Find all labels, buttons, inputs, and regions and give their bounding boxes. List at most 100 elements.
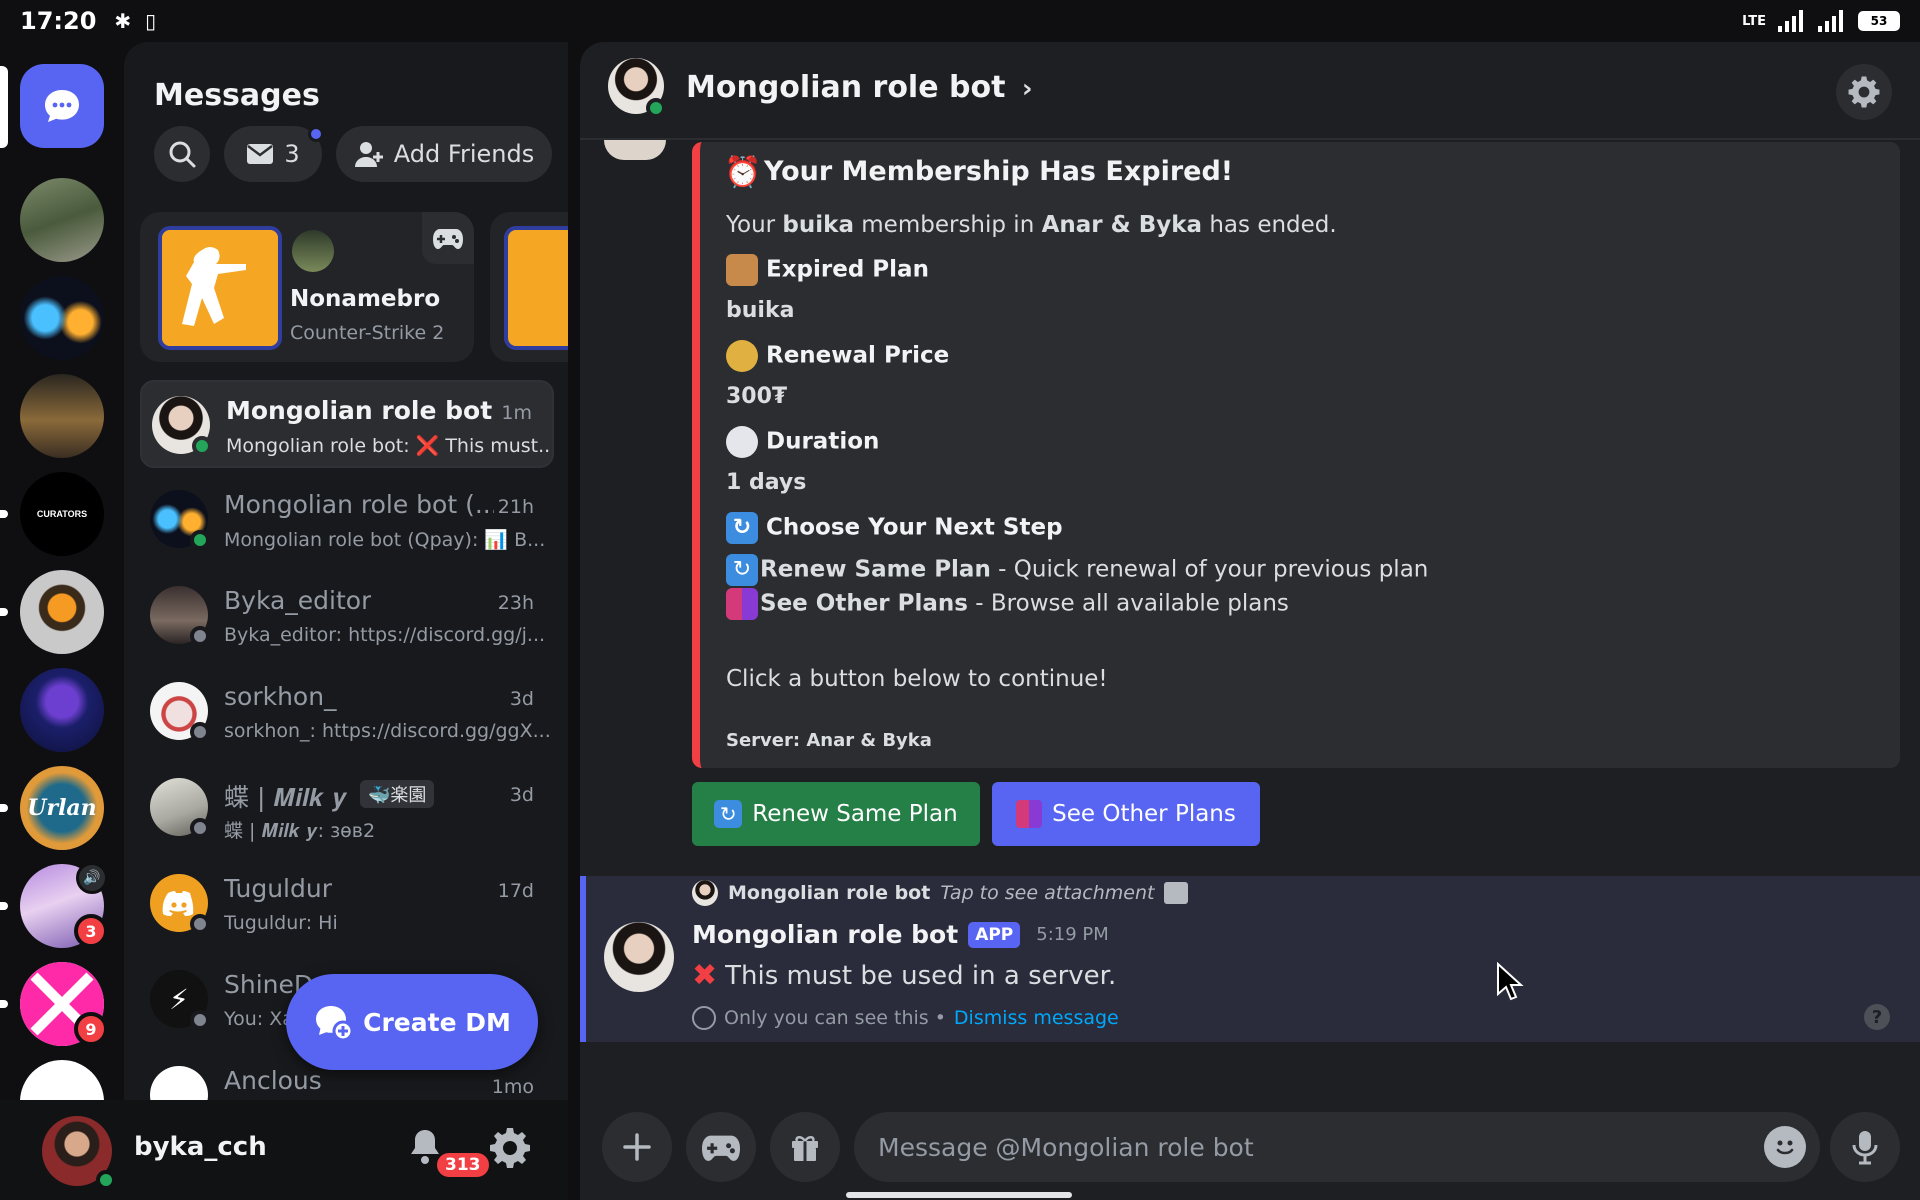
gear-icon <box>1848 76 1880 108</box>
add-friend-icon <box>354 142 383 167</box>
message-time: 5:19 PM <box>1036 924 1109 945</box>
avatar <box>150 1066 208 1100</box>
reply-line[interactable]: Mongolian role bot Tap to see attachment <box>692 880 1189 906</box>
app-badge: APP <box>968 921 1021 948</box>
field-label: Choose Your Next Step <box>766 514 1063 541</box>
option-title: Renew Same Plan <box>760 556 991 583</box>
option-other: See Other Plans - Browse all available p… <box>726 588 1289 620</box>
renew-same-plan-button[interactable]: ↻ Renew Same Plan <box>692 782 980 846</box>
username: byka_cch <box>134 1132 267 1162</box>
server-partial[interactable] <box>20 1060 104 1100</box>
activity-user: Nonamebro <box>290 286 441 312</box>
selected-indicator <box>0 66 8 148</box>
gift-button[interactable] <box>770 1112 840 1182</box>
reply-hint: Tap to see attachment <box>940 882 1155 904</box>
option-desc: - Browse all available plans <box>967 590 1289 617</box>
intro-server: Anar & Byka <box>1041 212 1203 238</box>
other-plans-label: See Other Plans <box>1052 801 1236 827</box>
chat-settings-button[interactable] <box>1836 64 1892 120</box>
search-icon <box>169 141 196 168</box>
emoji-button[interactable] <box>1764 1126 1806 1168</box>
help-icon[interactable]: ? <box>1864 1004 1890 1030</box>
server-lgc[interactable] <box>20 668 104 752</box>
server-urlan[interactable]: Urlan <box>20 766 104 850</box>
field-next-step: ↻ Choose Your Next Step <box>726 512 1063 544</box>
inbox-button[interactable]: 3 <box>224 126 324 182</box>
messages-panel: Messages 3 Add Friends Nonamebro Counter… <box>124 42 568 1100</box>
create-dm-button[interactable]: Create DM <box>286 974 538 1070</box>
dm-row[interactable]: sorkhon_ 3d sorkhon_: https://discord.gg… <box>140 668 554 756</box>
dm-preview: 蝶 | 𝑴𝒊𝒍𝒌 𝒚: зөв2 <box>224 820 376 842</box>
activity-card[interactable]: Nonamebro Counter-Strike 2 <box>140 212 474 362</box>
search-button[interactable] <box>154 126 210 182</box>
shopping-bags-icon <box>726 588 758 620</box>
alarm-clock-icon: ⏰ <box>724 154 762 190</box>
signal-icon <box>1778 10 1803 32</box>
user-settings-button[interactable] <box>488 1126 536 1174</box>
offline-status-icon <box>190 1010 210 1030</box>
mention-badge: 9 <box>74 1012 108 1046</box>
option-title: See Other Plans <box>760 590 968 617</box>
eye-icon <box>692 1006 716 1030</box>
money-bag-icon <box>726 340 758 372</box>
activity-game: Counter-Strike 2 <box>290 322 445 344</box>
dm-time: 3d <box>509 784 534 806</box>
message-author[interactable]: Mongolian role bot <box>692 920 958 949</box>
server-orbs[interactable] <box>20 276 104 360</box>
add-friends-label: Add Friends <box>393 140 535 168</box>
dm-name: Byka_editor <box>224 586 372 615</box>
activity-card-2[interactable] <box>490 212 568 362</box>
message-header: Mongolian role bot APP 5:19 PM <box>692 920 1109 949</box>
dismiss-message-link[interactable]: Dismiss message <box>954 1007 1119 1029</box>
server-knight[interactable] <box>20 570 104 654</box>
activities-button[interactable] <box>686 1112 756 1182</box>
offline-status-icon <box>190 626 210 646</box>
server-house[interactable] <box>20 374 104 458</box>
chat-header: Mongolian role bot › <box>580 42 1920 140</box>
gamepad-badge <box>422 212 474 264</box>
add-attachment-button[interactable] <box>602 1112 672 1182</box>
message-avatar[interactable] <box>604 922 674 992</box>
dm-row[interactable]: Mongolian role bot 1m Mongolian role bot… <box>140 380 554 468</box>
dm-row[interactable]: 蝶 | 𝑴𝒊𝒍𝒌 𝒚 🐳楽園 3d 蝶 | 𝑴𝒊𝒍𝒌 𝒚: зөв2 <box>140 764 554 852</box>
reply-author: Mongolian role bot <box>728 882 931 904</box>
voice-message-button[interactable] <box>1830 1112 1900 1182</box>
new-message-icon <box>316 1006 354 1041</box>
server-rail: CURATORS Urlan 🔊 3 9 <box>0 42 124 1100</box>
microphone-icon <box>1852 1131 1878 1165</box>
chat-title[interactable]: Mongolian role bot › <box>686 70 1033 105</box>
dm-time: 3d <box>509 688 534 710</box>
inbox-count: 3 <box>284 140 300 168</box>
curators-logo: CURATORS <box>36 509 88 519</box>
direct-messages-button[interactable] <box>20 64 104 148</box>
offline-status-icon <box>190 914 210 934</box>
dm-name: sorkhon_ <box>224 682 337 711</box>
field-label: Duration <box>766 428 880 455</box>
field-label: Expired Plan <box>766 256 929 283</box>
home-indicator[interactable] <box>846 1192 1072 1198</box>
embed-title-text: Your Membership Has Expired! <box>764 156 1234 187</box>
status-bar: 17:20 ✱ ▯ LTE 53 <box>0 0 1920 42</box>
clock: 17:20 <box>20 7 97 35</box>
panel-title: Messages <box>154 78 320 113</box>
server-gazebo[interactable] <box>20 178 104 262</box>
value-expired-plan: buika <box>726 298 795 323</box>
user-bar: byka_cch 313 <box>0 1100 568 1200</box>
online-status-icon <box>646 98 666 118</box>
dm-row[interactable]: Mongolian role bot (... 21h Mongolian ro… <box>140 476 554 564</box>
dm-row[interactable]: Byka_editor 23h Byka_editor: https://dis… <box>140 572 554 660</box>
server-curators[interactable]: CURATORS <box>20 472 104 556</box>
friend-avatar <box>292 230 334 272</box>
cs2-logo <box>162 230 278 346</box>
see-other-plans-button[interactable]: See Other Plans <box>992 782 1260 846</box>
gamepad-icon <box>433 229 463 249</box>
unread-dot <box>0 510 8 518</box>
embed-cta: Click a button below to continue! <box>726 666 1108 692</box>
notification-count-badge: 313 <box>434 1150 492 1180</box>
add-friends-button[interactable]: Add Friends <box>336 126 552 182</box>
message-input[interactable]: Message @Mongolian role bot <box>854 1112 1820 1182</box>
refresh-icon: ↻ <box>726 512 758 544</box>
dm-row[interactable]: Tuguldur 17d Tuguldur: Hi <box>140 860 554 948</box>
membership-embed: ⏰Your Membership Has Expired! Your buika… <box>692 142 1900 768</box>
dm-time: 23h <box>497 592 534 614</box>
